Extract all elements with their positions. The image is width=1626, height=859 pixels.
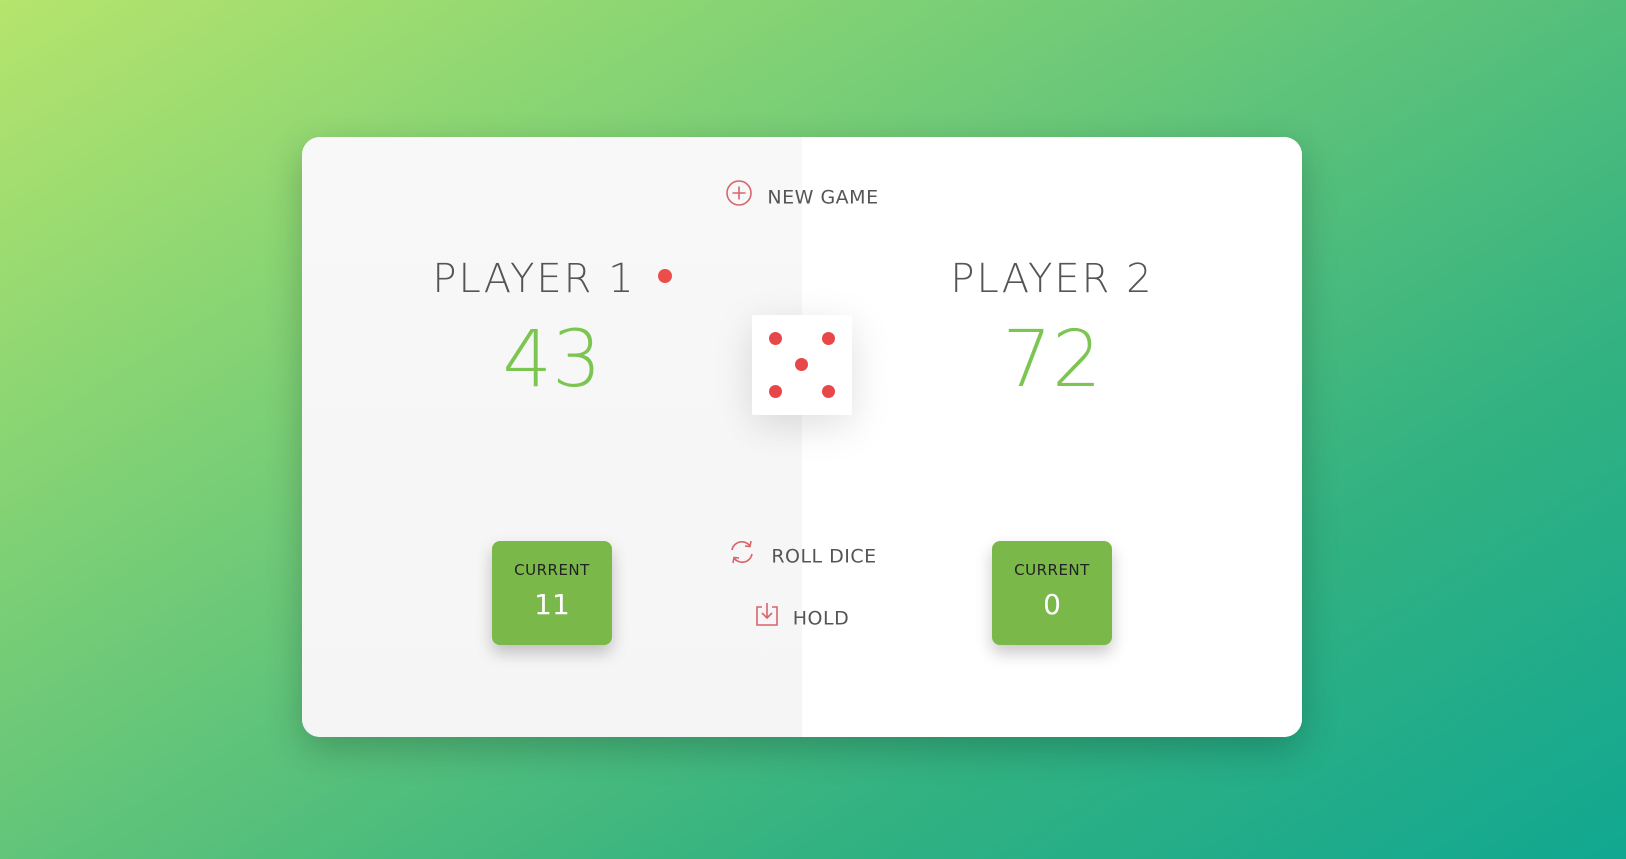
plus-circle-icon <box>725 179 753 213</box>
dice <box>752 315 852 415</box>
player-2-name: PLAYER 2 <box>950 256 1154 302</box>
dice-pip <box>769 332 782 345</box>
player-1-panel: PLAYER 1 43 CURRENT 11 <box>302 137 802 737</box>
player-1-score: 43 <box>502 315 602 405</box>
dice-pip <box>769 385 782 398</box>
roll-dice-label: ROLL DICE <box>771 545 877 568</box>
hold-button[interactable]: HOLD <box>302 603 1302 635</box>
player-1-name-row: PLAYER 1 <box>302 255 802 303</box>
new-game-button[interactable]: NEW GAME <box>302 179 1302 215</box>
dice-pip <box>822 385 835 398</box>
player-2-panel: PLAYER 2 72 CURRENT 0 <box>802 137 1302 737</box>
dice-pip <box>822 332 835 345</box>
active-player-dot-icon <box>657 269 672 283</box>
refresh-icon <box>727 537 757 573</box>
hold-label: HOLD <box>792 607 850 630</box>
dice-pip <box>795 358 808 371</box>
player-2-name-row: PLAYER 2 <box>802 255 1302 303</box>
game-board: PLAYER 1 43 CURRENT 11 PLAYER 2 72 CURRE… <box>302 137 1302 737</box>
player-2-score: 72 <box>1002 315 1102 405</box>
roll-dice-button[interactable]: ROLL DICE <box>302 539 1302 575</box>
player-1-name: PLAYER 1 <box>432 256 636 302</box>
download-icon <box>755 601 779 633</box>
new-game-label: NEW GAME <box>767 186 879 209</box>
